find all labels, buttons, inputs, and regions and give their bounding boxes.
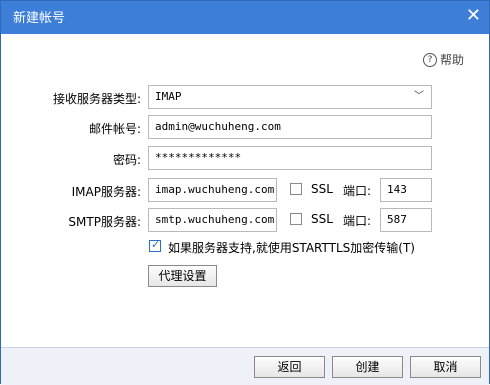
password-label: 密码: [112,153,141,167]
help-link[interactable]: ? 帮助 [422,51,464,68]
password-field[interactable]: ************* [148,146,432,170]
server-type-value: IMAP [155,90,182,103]
dialog-footer: 返回 创建 取消 [1,347,489,385]
starttls-label: 如果服务器支持,就使用STARTTLS加密传输(T) [168,241,415,255]
cancel-button[interactable]: 取消 [410,356,481,378]
smtp-port-label: 端口: [343,214,372,228]
imap-ssl-label: SSL [311,182,333,196]
imap-label: IMAP服务器: [71,185,141,199]
new-account-dialog: 新建帐号 ✕ ? 帮助 接收服务器类型: IMAP ﹀ 邮件帐号: admin@… [0,0,490,385]
account-field[interactable]: admin@wuchuheng.com [148,115,432,139]
chevron-down-icon: ﹀ [414,91,424,102]
imap-port-label: 端口: [343,184,372,198]
smtp-label: SMTP服务器: [68,215,141,229]
help-icon: ? [422,52,437,67]
imap-port-field[interactable]: 143 [380,178,432,202]
server-type-select[interactable]: IMAP ﹀ [148,85,432,109]
imap-server-field[interactable]: imap.wuchuheng.com [148,178,277,202]
check-icon: ✓ [151,238,161,251]
help-label: 帮助 [439,53,464,67]
proxy-settings-button[interactable]: 代理设置 [148,265,217,287]
create-button[interactable]: 创建 [332,356,403,378]
title-bar: 新建帐号 ✕ [1,1,489,34]
back-button[interactable]: 返回 [254,356,325,378]
smtp-port-field[interactable]: 587 [380,208,432,232]
smtp-ssl-label: SSL [311,212,333,226]
account-label: 邮件帐号: [88,122,141,136]
starttls-checkbox[interactable]: ✓ [149,238,161,252]
dialog-title: 新建帐号 [13,11,66,26]
smtp-ssl-checkbox[interactable] [290,213,302,225]
imap-ssl-checkbox[interactable] [290,183,302,195]
close-icon[interactable]: ✕ [466,6,481,26]
smtp-server-field[interactable]: smtp.wuchuheng.com [148,208,277,232]
server-type-label: 接收服务器类型: [52,92,141,106]
